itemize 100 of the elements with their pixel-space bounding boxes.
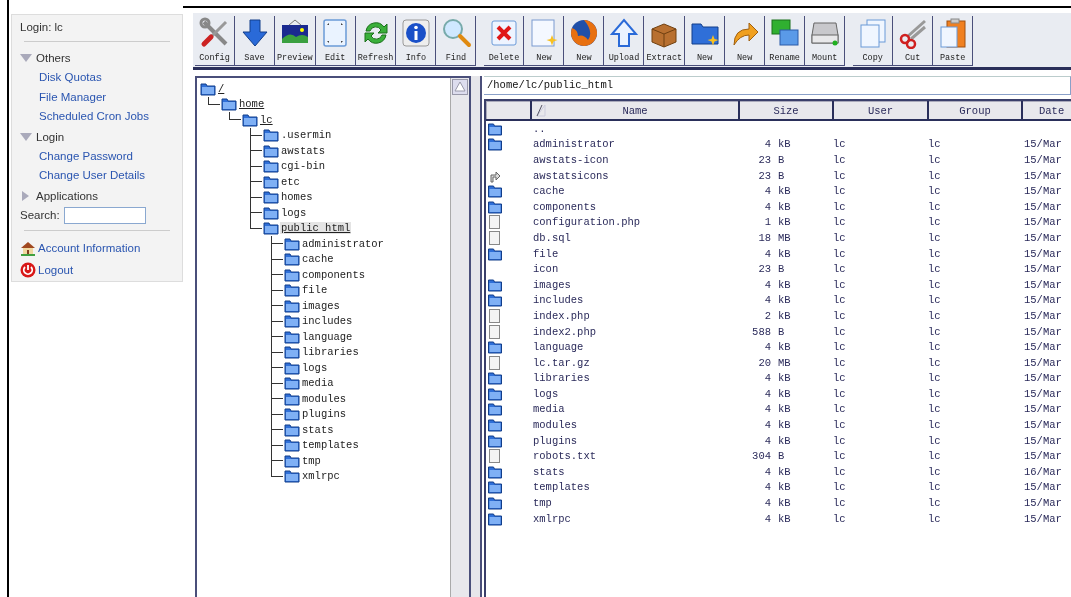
sidebar-link[interactable]: Scheduled Cron Jobs — [20, 107, 174, 127]
toolbar-button[interactable]: New — [725, 16, 766, 66]
tree-item[interactable]: includes — [301, 315, 354, 328]
section-title[interactable]: Others — [36, 52, 71, 64]
toolbar-button[interactable]: Refresh — [355, 16, 397, 66]
toolbar-button[interactable]: Cut — [893, 16, 934, 66]
file-name[interactable]: icon — [533, 263, 559, 276]
toolbar-button[interactable]: New — [524, 16, 565, 66]
tree-item[interactable]: logs — [280, 206, 308, 219]
size-unit: kB — [778, 387, 791, 400]
tree-item[interactable]: modules — [301, 392, 348, 405]
toolbar-button[interactable]: Paste — [933, 16, 974, 66]
tree-item[interactable]: stats — [301, 423, 335, 436]
column-header[interactable]: Name — [531, 101, 739, 120]
sidebar-link[interactable]: Change Password — [20, 146, 174, 166]
toolbar-button[interactable]: Mount — [805, 16, 846, 66]
file-name[interactable]: tmp — [533, 497, 552, 510]
file-name[interactable]: awstats-icon — [533, 154, 609, 166]
toolbar-button[interactable]: Find — [436, 16, 477, 66]
tree-item[interactable]: administrator — [301, 237, 385, 250]
file-name[interactable]: robots.txt — [533, 450, 596, 463]
column-header[interactable]: Date — [1022, 101, 1071, 120]
tree-item[interactable]: public html — [280, 222, 352, 235]
sidebar-link[interactable]: File Manager — [20, 87, 174, 107]
toolbar-button[interactable]: Copy — [853, 16, 894, 66]
sidebar-link[interactable]: Change User Details — [20, 166, 174, 186]
column-header[interactable] — [486, 101, 531, 120]
toolbar-button[interactable]: Info — [396, 16, 437, 66]
tree-item[interactable]: .usermin — [280, 129, 333, 142]
tree-item[interactable]: home — [238, 98, 266, 111]
file-name[interactable]: plugins — [533, 434, 578, 447]
toolbar-button[interactable]: Upload — [604, 16, 645, 66]
tree-item[interactable]: templates — [301, 439, 360, 452]
file-name[interactable]: .. — [533, 122, 546, 135]
scroll-up-icon[interactable] — [452, 79, 468, 95]
file-name[interactable]: templates — [533, 481, 590, 494]
section-title[interactable]: Login — [36, 130, 65, 143]
tree-item[interactable]: cgi-bin — [280, 160, 327, 173]
file-name[interactable]: stats — [533, 465, 565, 478]
sidebar-link[interactable]: Account Information — [38, 241, 141, 254]
sidebar-link[interactable]: Logout — [38, 263, 74, 276]
file-name[interactable]: cache — [533, 185, 565, 198]
tree-item[interactable]: media — [301, 377, 335, 390]
file-name[interactable]: index2.php — [533, 325, 596, 338]
column-header[interactable]: Size — [739, 101, 833, 120]
toolbar-button[interactable]: New — [685, 16, 726, 66]
size-unit: B — [778, 169, 785, 182]
splitter[interactable] — [471, 76, 482, 597]
file-icon — [487, 449, 502, 464]
file-name[interactable]: components — [533, 200, 596, 213]
sidebar-link[interactable]: Disk Quotas — [20, 68, 174, 88]
column-header[interactable]: User — [833, 101, 928, 120]
toolbar-button[interactable]: Rename — [765, 16, 806, 66]
tree-item[interactable]: libraries — [301, 346, 360, 359]
file-name[interactable]: xmlrpc — [533, 512, 571, 525]
file-name[interactable]: configuration.php — [533, 216, 641, 229]
file-name[interactable]: db.sql — [533, 231, 571, 244]
file-name[interactable]: language — [533, 341, 584, 354]
tree-item[interactable]: language — [301, 330, 354, 343]
tree-item[interactable]: plugins — [301, 408, 348, 421]
toolbar-button[interactable]: Delete — [484, 16, 525, 66]
column-header[interactable]: Group — [928, 101, 1022, 120]
tree-item[interactable]: awstats — [280, 144, 327, 157]
toolbar-button[interactable]: Extract — [644, 16, 686, 66]
file-name[interactable]: logs — [533, 387, 559, 400]
tree-item[interactable]: cache — [301, 253, 335, 266]
toolbar-button[interactable]: Config — [195, 16, 235, 66]
toolbar-button[interactable]: New — [564, 16, 605, 66]
file-name[interactable]: libraries — [533, 372, 590, 385]
folder-icon — [284, 329, 300, 344]
file-name[interactable]: awstatsicons — [533, 169, 609, 182]
file-name[interactable]: includes — [533, 294, 584, 307]
toolbar-button[interactable]: Save — [235, 16, 275, 66]
toolbar-button[interactable]: Edit — [315, 16, 356, 66]
tree-item[interactable]: xmlrpc — [301, 470, 341, 483]
tree-item[interactable]: logs — [301, 361, 329, 374]
tree-item[interactable]: lc — [259, 113, 274, 126]
scrollbar[interactable] — [450, 78, 469, 597]
section-title[interactable]: Applications — [36, 189, 98, 202]
path-field[interactable]: /home/lc/public_html — [484, 76, 1071, 95]
folder-icon — [487, 511, 502, 526]
tree-item[interactable]: file — [301, 284, 329, 297]
file-name[interactable]: index.php — [533, 309, 590, 322]
tree-item[interactable]: images — [301, 299, 341, 312]
file-name[interactable]: images — [533, 278, 571, 291]
tree-item[interactable]: etc — [280, 175, 301, 188]
tree-item[interactable]: tmp — [301, 454, 322, 467]
file-name[interactable]: administrator — [533, 138, 615, 151]
expanded-triangle-icon[interactable] — [20, 53, 32, 63]
tree-item[interactable]: / — [217, 82, 226, 95]
tree-item[interactable]: homes — [280, 191, 314, 204]
file-name[interactable]: media — [533, 403, 565, 416]
file-name[interactable]: modules — [533, 419, 578, 432]
toolbar-button[interactable]: Preview — [275, 16, 316, 66]
search-field[interactable] — [63, 206, 146, 224]
folder-icon — [284, 283, 300, 298]
file-name[interactable]: file — [533, 247, 559, 260]
tree-item[interactable]: components — [301, 268, 366, 281]
expanded-triangle-icon[interactable] — [20, 131, 32, 142]
file-name[interactable]: lc.tar.gz — [533, 356, 590, 369]
